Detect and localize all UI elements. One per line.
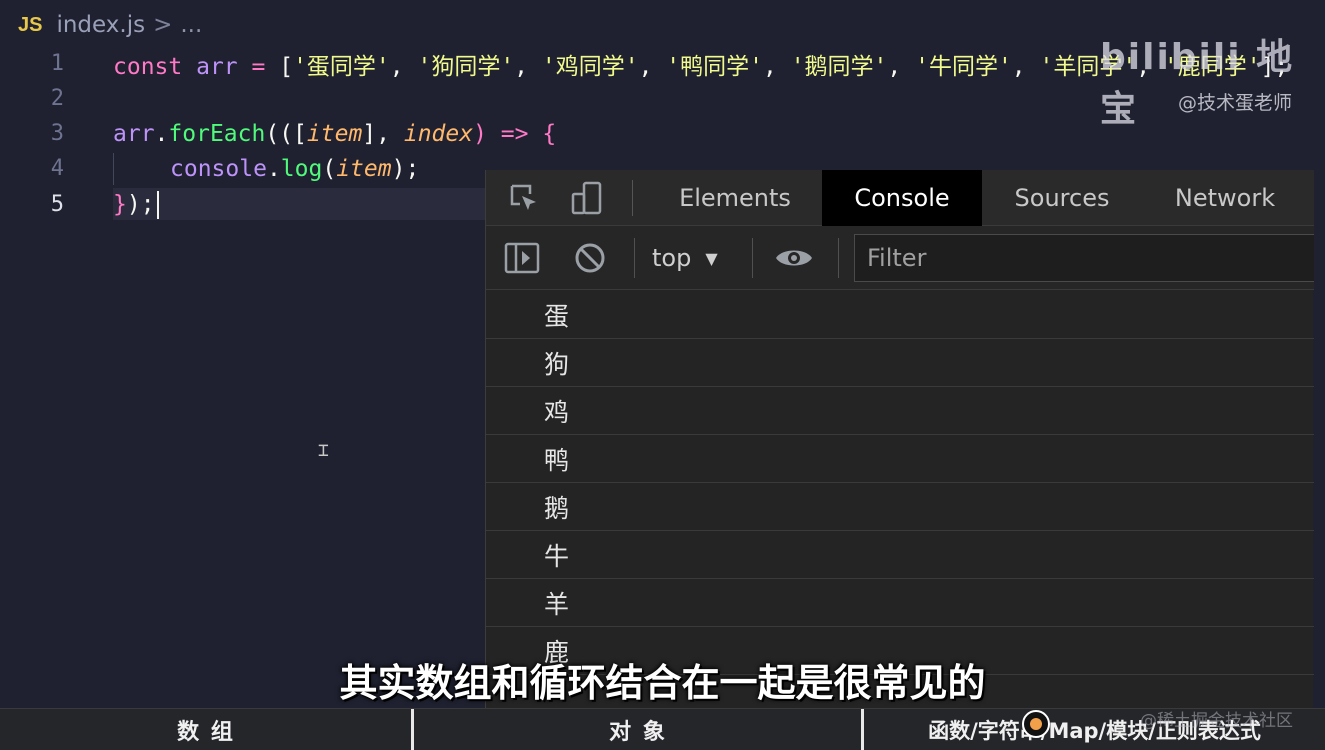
bilibili-logo: bilibili 地宝	[1100, 37, 1295, 130]
method-log: log	[280, 155, 323, 182]
identifier-arr: arr	[113, 120, 155, 147]
console-toolbar: top ▼	[486, 226, 1314, 290]
chevron-right-icon: >	[153, 12, 173, 38]
punctuation: (	[322, 155, 337, 182]
text-cursor	[156, 190, 159, 219]
punctuation: .	[266, 155, 281, 182]
string-literal: '狗同学'	[417, 53, 515, 80]
i-beam-cursor-icon: ⌶	[318, 440, 329, 461]
operator-assign: =	[237, 53, 280, 80]
line-number: 2	[50, 86, 64, 111]
code-text[interactable]: });	[113, 190, 159, 219]
string-literal: '蛋同学'	[293, 53, 390, 80]
string-literal: '牛同学'	[915, 53, 1012, 80]
punctuation: ,	[389, 53, 418, 80]
context-value: top	[652, 244, 692, 272]
punctuation: [	[279, 53, 294, 80]
devtools-tab-bar: Elements Console Sources Network	[486, 170, 1314, 226]
code-text[interactable]: console.log(item);	[170, 156, 419, 182]
chapter-bar: 数 组 对 象 函数/字符串/Map/模块/正则表达式	[0, 708, 1325, 750]
line-number: 1	[50, 51, 64, 76]
console-messages: 蛋 狗 鸡 鸭 鹅 牛 羊 鹿	[486, 291, 1314, 675]
closing-brace: }	[113, 191, 127, 217]
devtools-panel[interactable]: Elements Console Sources Network top ▼ 蛋…	[485, 170, 1314, 710]
javascript-file-icon: JS	[18, 13, 43, 36]
clear-console-icon[interactable]	[570, 238, 610, 278]
console-log-row[interactable]: 羊	[486, 579, 1314, 627]
console-log-row[interactable]: 蛋	[486, 291, 1314, 339]
punctuation: ,	[514, 53, 542, 80]
site-watermark: @稀土掘金技术社区	[1140, 711, 1293, 731]
eye-icon[interactable]	[774, 238, 814, 278]
arrow-operator: ) => {	[473, 120, 557, 147]
toolbar-divider	[838, 238, 839, 278]
tab-sources[interactable]: Sources	[990, 170, 1134, 226]
method-forEach: forEach	[168, 120, 266, 147]
playback-progress-handle[interactable]	[1022, 710, 1050, 738]
breadcrumb: JS index.js > ...	[18, 10, 202, 40]
identifier-arr: arr	[196, 53, 238, 80]
console-log-row[interactable]: 狗	[486, 339, 1314, 387]
string-literal: '鸭同学'	[666, 53, 763, 80]
keyword-const: const	[113, 53, 183, 80]
sidebar-toggle-icon[interactable]	[502, 238, 542, 278]
device-toolbar-icon[interactable]	[568, 178, 608, 218]
punctuation: ,	[638, 53, 667, 80]
caret-down-icon: ▼	[705, 248, 718, 268]
string-literal: '鹅同学'	[790, 53, 888, 80]
toolbar-divider	[634, 238, 635, 278]
punctuation: );	[126, 191, 155, 217]
code-text[interactable]: arr.forEach(([item], index) => {	[113, 121, 556, 147]
video-subtitle: 其实数组和循环结合在一起是很常见的	[339, 661, 986, 705]
console-log-row[interactable]: 鸡	[486, 387, 1314, 435]
punctuation: ,	[1011, 53, 1040, 80]
line-number: 4	[50, 156, 64, 181]
uploader-watermark: @技术蛋老师	[1178, 92, 1293, 114]
console-log-row[interactable]: 牛	[486, 531, 1314, 579]
console-log-row[interactable]: 鸭	[486, 435, 1314, 483]
chapter-arrays[interactable]: 数 组	[0, 709, 412, 750]
filter-input[interactable]	[854, 234, 1314, 282]
identifier-console: console	[170, 155, 267, 182]
param-index: index	[403, 120, 474, 147]
punctuation: ,	[762, 53, 791, 80]
string-literal: '鸡同学'	[541, 53, 639, 80]
punctuation: .	[154, 120, 169, 147]
breadcrumb-file[interactable]: index.js	[56, 12, 145, 38]
param-item: item	[306, 120, 363, 147]
breadcrumb-more[interactable]: ...	[180, 12, 202, 38]
line-number: 5	[50, 192, 64, 217]
tab-console[interactable]: Console	[822, 170, 982, 226]
punctuation: ((	[265, 120, 294, 147]
context-selector[interactable]: top ▼	[652, 240, 718, 276]
punctuation: [	[293, 120, 307, 147]
punctuation: ],	[362, 120, 404, 147]
tab-network[interactable]: Network	[1150, 170, 1300, 226]
toolbar-divider	[632, 180, 633, 216]
chapter-objects[interactable]: 对 象	[414, 709, 862, 750]
inspect-element-icon[interactable]	[504, 178, 544, 218]
punctuation: );	[391, 155, 420, 182]
line-number: 3	[50, 121, 64, 146]
param-item: item	[336, 155, 392, 182]
progress-dot-icon	[1030, 718, 1042, 730]
toolbar-divider	[752, 238, 753, 278]
console-log-row[interactable]: 鹅	[486, 483, 1314, 531]
tab-elements[interactable]: Elements	[656, 170, 814, 226]
punctuation: ,	[887, 53, 916, 80]
